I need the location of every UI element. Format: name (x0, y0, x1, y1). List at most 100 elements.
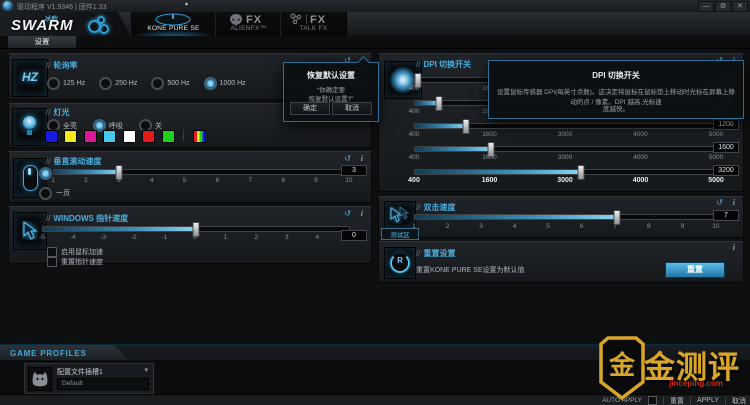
doubleclick-title-label: 双击速度 (423, 203, 455, 212)
dpi-slider-4[interactable] (414, 146, 718, 152)
color-swatch-white[interactable] (123, 130, 136, 143)
panel-title: //DPI 切换开关 (416, 59, 471, 70)
radio-label: 125 Hz (63, 80, 85, 87)
tick-label: 3 (275, 234, 299, 241)
footer-cancel-button[interactable]: 取消 (732, 396, 746, 405)
color-swatch-magenta[interactable] (84, 130, 97, 143)
device-dropdown-chevron-icon[interactable]: ▴ (185, 0, 188, 7)
pointer-title-label: WINDOWS 指针速度 (53, 214, 128, 223)
radio-250hz[interactable]: 250 Hz (99, 75, 137, 93)
tick-label: 3000 (553, 154, 577, 161)
tick-label: 400 (402, 177, 426, 184)
panel-reset-settings: R //重置设置 重置KONE PURE SE设置为默认值 重置 i (378, 241, 744, 283)
mouse-wheel (28, 168, 31, 175)
scroll-slider[interactable] (53, 169, 351, 175)
tick-label: 7 (238, 177, 262, 184)
tick-label: -5 (30, 234, 54, 241)
tick-label: 3000 (553, 131, 577, 138)
dpi-value-box: 1600 (713, 142, 739, 153)
tick-label: 400 (402, 154, 426, 161)
info-icon[interactable]: i (361, 155, 363, 163)
driver-version-text: 驱动程序 V1.9346 | 固件1.33 (17, 2, 106, 12)
game-profiles-bar: GAME PROFILES (0, 344, 750, 361)
tab-bar: 设置 (0, 36, 750, 49)
tick-label: -4 (61, 234, 85, 241)
tick-label: 1 (214, 234, 238, 241)
color-swatch-green[interactable] (162, 130, 175, 143)
checkbox (47, 257, 57, 267)
footer-bar: AUTO APPLY 重置 APPLY 取消 (0, 394, 750, 405)
polling-options: 125 Hz 250 Hz 500 Hz 1000 Hz (47, 75, 246, 93)
color-swatch-cyan[interactable] (103, 130, 116, 143)
tick-label: 8 (271, 177, 295, 184)
tick-label: 2 (74, 177, 98, 184)
logo-ring-icon (99, 24, 109, 34)
slider-fill (54, 170, 119, 174)
profile-slot-1[interactable]: 配置文件插槽1 ▾ Default (24, 363, 154, 394)
radio-1000hz[interactable]: 1000 Hz (204, 75, 246, 93)
cancel-button[interactable]: 取消 (332, 102, 372, 115)
pointer-reset-checkbox[interactable]: 重置指针速度 (47, 253, 103, 271)
tick-label: -3 (91, 234, 115, 241)
tick-label: 400 (402, 131, 426, 138)
color-swatch-yellow[interactable] (64, 130, 77, 143)
footer-apply-button[interactable]: APPLY (697, 397, 719, 404)
dpi-ticks: 4001600300040005000 (414, 131, 716, 138)
dpi-slider-5[interactable] (414, 169, 718, 175)
pointer-slider[interactable] (42, 226, 350, 232)
title-prefix: // (416, 249, 420, 258)
radio-scroll-one-page[interactable] (39, 187, 52, 200)
settings-gear-button[interactable]: ⚙ (715, 1, 731, 12)
color-swatches (45, 130, 208, 148)
close-button[interactable]: ✕ (732, 1, 748, 12)
title-prefix: // (46, 108, 50, 117)
tick-label: 1600 (478, 177, 502, 184)
nav-alienfx[interactable]: FX ALIENFX™ (215, 12, 282, 36)
divider (306, 14, 307, 24)
nav-talkfx[interactable]: FX TALK FX (280, 12, 347, 36)
undo-icon[interactable]: ↺ (716, 199, 723, 207)
color-swatch-blue[interactable] (45, 130, 58, 143)
dpi-value-box: 3200 (713, 165, 739, 176)
radio-500hz[interactable]: 500 Hz (151, 75, 189, 93)
profile-slot-label: 配置文件插槽1 (57, 367, 103, 377)
tick-label: 1600 (478, 131, 502, 138)
radio-125hz[interactable]: 125 Hz (47, 75, 85, 93)
dpi-ticks: 4001600300040005000 (414, 154, 716, 161)
title-prefix: // (416, 60, 420, 69)
auto-apply-checkbox[interactable] (648, 396, 657, 405)
dpi-info-tooltip: DPI 切换开关 设置鼠标传感器 DPI(每英寸点数)。这决定将鼠标在鼠标垫上移… (488, 60, 744, 119)
footer-reset-button[interactable]: 重置 (670, 396, 684, 405)
undo-icon[interactable]: ↺ (344, 210, 351, 218)
color-swatch-red[interactable] (142, 130, 155, 143)
nav-device-kone-pure-se[interactable]: KONE PURE SE (130, 12, 217, 36)
slider-fill (43, 227, 196, 231)
confirm-button[interactable]: 确定 (290, 102, 330, 115)
tick-label: 400 (402, 85, 426, 92)
tab-settings[interactable]: 设置 (8, 36, 76, 48)
info-icon[interactable]: i (733, 244, 735, 252)
tick-label: 4000 (629, 177, 653, 184)
tick-label: 3000 (553, 177, 577, 184)
divider (725, 397, 726, 404)
dpi-slider-3[interactable] (414, 123, 718, 129)
tick-label: 6 (570, 223, 594, 230)
info-icon[interactable]: i (733, 199, 735, 207)
doubleclick-slider[interactable] (414, 214, 718, 220)
scroll-value-box: 3 (341, 165, 367, 176)
info-icon[interactable]: i (361, 210, 363, 218)
minimize-button[interactable]: — (698, 1, 714, 12)
profile-name-field[interactable]: Default (57, 378, 149, 390)
divider (690, 397, 691, 404)
polling-title-label: 轮询率 (53, 61, 77, 70)
chevron-down-icon[interactable]: ▾ (144, 366, 148, 374)
game-profiles-tab[interactable]: GAME PROFILES (0, 345, 130, 361)
header-nav: 冰豹 SWARM KONE PURE SE FX ALIENFX™ (0, 12, 750, 36)
color-swatch-multicolor[interactable] (193, 130, 206, 143)
bulb-glass (23, 116, 36, 129)
reset-button[interactable]: 重置 (665, 262, 725, 278)
undo-icon[interactable]: ↺ (344, 155, 351, 163)
pointer-value-box: 0 (341, 230, 367, 241)
title-prefix: // (416, 203, 420, 212)
radio-dot (99, 77, 112, 90)
